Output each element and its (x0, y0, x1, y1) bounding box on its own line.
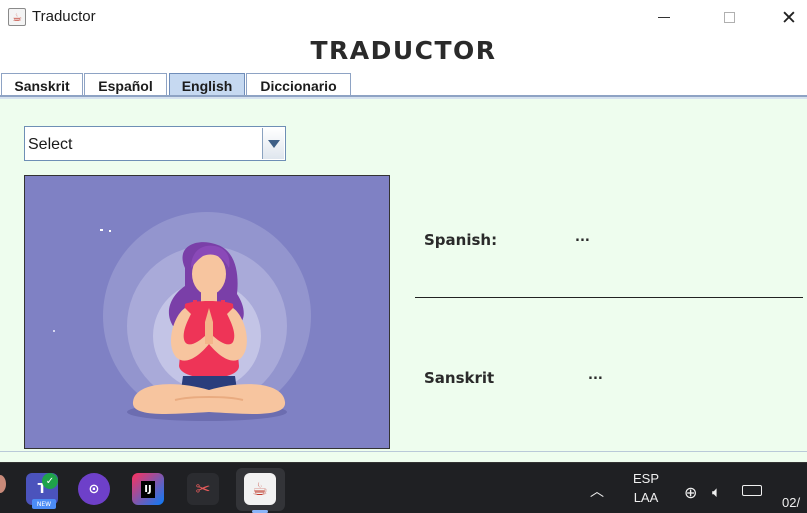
volume-icon[interactable]: 🔈︎ (712, 483, 721, 501)
chevron-down-icon[interactable] (262, 128, 284, 159)
word-select-dropdown[interactable]: Select (24, 126, 286, 161)
tab-espanol[interactable]: Español (84, 73, 167, 97)
chevron-up-icon[interactable]: ︿ (590, 481, 604, 501)
intellij-icon[interactable]: IJ (132, 473, 164, 505)
panel-footer (0, 451, 807, 462)
tab-english[interactable]: English (169, 73, 245, 97)
avatar[interactable] (0, 475, 6, 493)
spanish-label: Spanish: (424, 231, 498, 249)
java-icon: ☕ (8, 8, 26, 26)
page-title: TRADUCTOR (310, 36, 497, 65)
snipping-tool-icon[interactable]: ✂ (187, 473, 219, 505)
battery-icon[interactable] (742, 485, 762, 496)
network-icon[interactable]: ⊕ (684, 483, 697, 502)
divider (415, 297, 803, 298)
sanskrit-value: ... (588, 368, 603, 383)
app-window: ☕ Traductor ✕ TRADUCTOR Sanskrit Español… (0, 0, 807, 462)
maximize-icon (723, 12, 735, 23)
select-value: Select (28, 136, 73, 153)
meditation-image (25, 176, 389, 448)
minimize-button[interactable] (635, 0, 693, 35)
new-badge: NEW (32, 499, 56, 509)
language-code[interactable]: ESP (628, 471, 664, 486)
language-layout[interactable]: LAA (628, 490, 664, 505)
clock[interactable]: 02/ (782, 495, 800, 510)
windows-taskbar: T ✓ NEW ⊙ IJ ✂ ☕ ︿ ESP LAA ⊕ 🔈︎ 02/ (0, 462, 807, 513)
close-button[interactable]: ✕ (760, 0, 807, 35)
title-bar[interactable]: ☕ Traductor ✕ (0, 0, 807, 35)
close-icon: ✕ (781, 6, 797, 29)
checkmark-badge-icon: ✓ (42, 473, 58, 489)
minimize-icon (658, 17, 670, 18)
tab-diccionario[interactable]: Diccionario (246, 73, 351, 97)
window-title: Traductor (32, 8, 96, 25)
sanskrit-label: Sanskrit (424, 369, 495, 387)
github-icon[interactable]: ⊙ (78, 473, 110, 505)
yoga-illustration (24, 175, 390, 449)
maximize-button[interactable] (700, 0, 758, 35)
tab-sanskrit[interactable]: Sanskrit (1, 73, 83, 97)
java-icon[interactable]: ☕ (244, 473, 276, 505)
spanish-value: ... (575, 230, 590, 245)
